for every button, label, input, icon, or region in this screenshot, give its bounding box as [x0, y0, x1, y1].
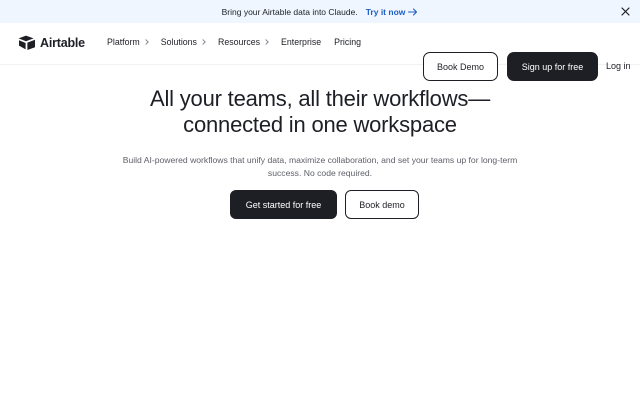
main-menu: Platform Solutions Resources Enterprise …: [107, 37, 374, 47]
nav-item-enterprise[interactable]: Enterprise: [281, 37, 321, 47]
nav-item-label: Resources: [217, 37, 261, 47]
banner-cta-label: Try it now: [365, 6, 406, 17]
nav-item-platform[interactable]: Platform: [107, 37, 149, 47]
get-started-button[interactable]: Get started for free: [230, 190, 337, 219]
sign-up-button[interactable]: Sign up for free: [507, 52, 598, 81]
close-icon: [621, 7, 630, 16]
hero-title: All your teams, all their workflows— con…: [0, 86, 640, 138]
nav-item-label: Platform: [107, 37, 140, 47]
chevron-right-icon: [142, 39, 149, 45]
hero-title-line-1: All your teams, all their workflows—: [149, 86, 490, 111]
book-demo-button[interactable]: Book Demo: [423, 52, 498, 81]
airtable-logo-icon: [18, 35, 35, 50]
nav-item-label: Solutions: [160, 37, 197, 47]
banner-message: Bring your Airtable data into Claude.: [221, 6, 358, 17]
arrow-right-icon: [408, 7, 418, 16]
chevron-right-icon: [200, 39, 206, 45]
chevron-right-icon: [263, 39, 269, 45]
banner-try-it-link[interactable]: Try it now: [366, 7, 419, 17]
book-demo-hero-button[interactable]: Book demo: [345, 190, 419, 219]
nav-item-pricing[interactable]: Pricing: [334, 37, 361, 47]
hero-title-line-2: connected in one workspace: [183, 112, 457, 137]
airtable-logo-link[interactable]: Airtable: [18, 35, 85, 50]
announcement-banner: Bring your Airtable data into Claude. Tr…: [0, 0, 640, 23]
banner-close-button[interactable]: [619, 5, 632, 18]
hero-subtitle: Build AI-powered workflows that unify da…: [122, 155, 518, 178]
nav-item-label: Pricing: [334, 37, 362, 47]
logo-wordmark: Airtable: [40, 35, 85, 50]
log-in-link[interactable]: Log in: [606, 61, 631, 71]
nav-item-solutions[interactable]: Solutions: [160, 37, 206, 47]
nav-item-label: Enterprise: [281, 37, 322, 47]
nav-item-resources[interactable]: Resources: [217, 37, 269, 47]
top-navigation: Airtable Platform Solutions Resources En…: [0, 23, 640, 81]
